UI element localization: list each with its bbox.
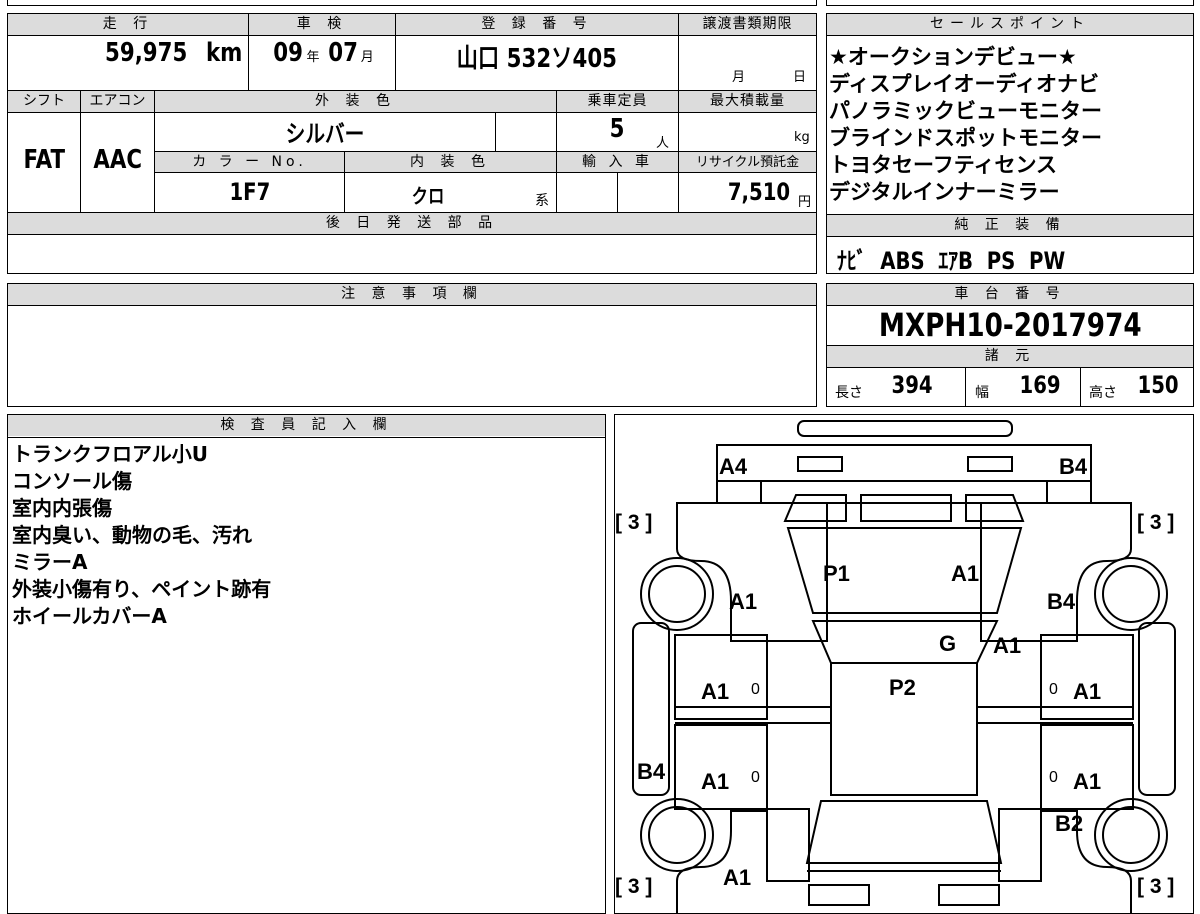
color-no-value: 1F7 xyxy=(229,178,270,206)
mark-b4-right-fender: B4 xyxy=(1047,589,1076,614)
recycle-unit: 円 xyxy=(798,195,812,210)
recycle-value: 7,510 xyxy=(727,178,791,206)
max-load-unit: kg xyxy=(794,130,810,145)
mark-zero-right-rear: 0 xyxy=(1049,769,1058,786)
sales-point-5: トヨタセーフティセンス xyxy=(829,153,1058,177)
mark-p2: P2 xyxy=(889,675,916,700)
registration-value: 山口 532ソ405 xyxy=(456,44,618,74)
width-label: 幅 xyxy=(975,385,989,401)
mark-zero-left-rear: 0 xyxy=(751,769,760,786)
exterior-color-header: 外 装 色 xyxy=(155,91,556,112)
height-label: 高さ xyxy=(1089,385,1117,401)
registration-header: 登 録 番 号 xyxy=(396,14,678,35)
chassis-value: MXPH10-2017974 xyxy=(878,306,1142,344)
car-diagram-box: [ 3 ] [ 3 ] [ 3 ] [ 3 ] A4 B4 P1 A1 A1 B… xyxy=(614,414,1194,914)
chassis-box: 車 台 番 号 MXPH10-2017974 諸 元 長さ 394 幅 169 … xyxy=(826,283,1194,407)
car-outline-diagram xyxy=(632,420,1176,913)
length-label: 長さ xyxy=(835,385,863,401)
inspector-line-5: ミラーA xyxy=(12,550,88,574)
mark-a1-left-fender: A1 xyxy=(729,589,758,614)
mark-a1-right-pillar: A1 xyxy=(993,633,1022,658)
mileage-value: 59,975 km xyxy=(105,38,243,68)
capacity-header: 乗車定員 xyxy=(557,91,678,112)
sales-points-box: セールスポイント ★オークションデビュー★ ディスプレイオーディオナビ パノラミ… xyxy=(826,13,1194,275)
exterior-color-value: シルバー xyxy=(285,120,365,148)
mark-b2-right-rear: B2 xyxy=(1055,811,1084,836)
chassis-header: 車 台 番 号 xyxy=(827,284,1193,305)
transfer-deadline-header: 譲渡書類期限 xyxy=(679,14,816,35)
top-cut-row-right xyxy=(826,0,1194,6)
capacity-value: 5 xyxy=(609,114,625,144)
mark-b4-top: B4 xyxy=(1059,454,1088,479)
interior-color-value: クロ xyxy=(411,184,445,208)
tire-bracket-bottom-right: [ 3 ] xyxy=(1137,875,1175,898)
sales-point-6: デジタルインナーミラー xyxy=(829,180,1060,204)
max-load-header: 最大積載量 xyxy=(679,91,816,112)
shift-value: FAT xyxy=(23,145,65,175)
inspection-value: 09 年 07 月 xyxy=(273,38,374,68)
mark-a1-hood: A1 xyxy=(951,561,980,586)
height-value: 150 xyxy=(1137,371,1179,399)
standard-equipment-header: 純 正 装 備 xyxy=(827,215,1193,236)
later-parts-header: 後 日 発 送 部 品 xyxy=(8,213,816,234)
mark-a1-left-front-door: A1 xyxy=(701,679,730,704)
mark-a4: A4 xyxy=(719,454,748,479)
mark-a1-left-rear-door: A1 xyxy=(701,769,730,794)
length-value: 394 xyxy=(891,371,933,399)
aircon-header: エアコン xyxy=(81,91,154,112)
transfer-day-unit: 日 xyxy=(793,70,807,85)
import-header: 輸 入 車 xyxy=(557,152,678,173)
inspector-header: 検 査 員 記 入 欄 xyxy=(8,415,605,436)
specs-header: 諸 元 xyxy=(827,346,1193,367)
inspector-line-3: 室内内張傷 xyxy=(12,496,112,520)
capacity-unit: 人 xyxy=(656,136,670,151)
inspector-line-7: ホイールカバーA xyxy=(12,604,167,628)
interior-color-suffix: 系 xyxy=(535,193,549,209)
vehicle-info-table: 走 行 車 検 登 録 番 号 譲渡書類期限 59,975 km 09 年 07 月… xyxy=(7,13,817,274)
transfer-month-unit: 月 xyxy=(732,70,746,85)
mark-a1-right-front-door: A1 xyxy=(1073,679,1102,704)
color-no-header: カ ラ ー No. xyxy=(155,152,344,173)
aircon-value: AAC xyxy=(93,145,142,175)
mark-zero-left-front: 0 xyxy=(751,681,760,698)
mark-a1-right-rear-door: A1 xyxy=(1073,769,1102,794)
sales-point-3: パノラミックビューモニター xyxy=(829,99,1102,123)
inspector-line-4: 室内臭い、動物の毛、汚れ xyxy=(12,523,252,547)
tire-bracket-top-right: [ 3 ] xyxy=(1137,511,1175,534)
width-value: 169 xyxy=(1019,371,1061,399)
mark-g: G xyxy=(939,631,957,656)
mark-zero-right-front: 0 xyxy=(1049,681,1058,698)
mileage-header: 走 行 xyxy=(8,14,248,35)
interior-color-header: 内 装 色 xyxy=(345,152,556,173)
tire-bracket-top-left: [ 3 ] xyxy=(615,511,653,534)
notes-box: 注 意 事 項 欄 xyxy=(7,283,817,407)
sales-point-1: ★オークションデビュー★ xyxy=(829,45,1077,69)
sales-points-header: セールスポイント xyxy=(827,14,1193,35)
mark-p1: P1 xyxy=(823,561,850,586)
notes-header: 注 意 事 項 欄 xyxy=(8,284,816,305)
inspector-line-6: 外装小傷有り、ペイント跡有 xyxy=(12,577,272,601)
mark-b4-left-rocker: B4 xyxy=(637,759,666,784)
inspector-line-2: コンソール傷 xyxy=(12,469,132,493)
sales-point-2: ディスプレイオーディオナビ xyxy=(829,72,1100,96)
inspection-header: 車 検 xyxy=(249,14,395,35)
inspector-box: 検 査 員 記 入 欄 トランクフロアル小U コンソール傷 室内内張傷 室内臭い… xyxy=(7,414,606,914)
top-cut-row xyxy=(7,0,817,6)
standard-equipment-value: ﾅﾋﾞ ABS ｴｱB PS PW xyxy=(837,247,1066,275)
shift-header: シフト xyxy=(8,91,80,112)
sales-point-4: ブラインドスポットモニター xyxy=(829,126,1102,150)
recycle-header: リサイクル預託金 xyxy=(679,152,816,173)
tire-bracket-bottom-left: [ 3 ] xyxy=(615,875,653,898)
inspector-line-1: トランクフロアル小U xyxy=(12,442,209,466)
mark-a1-rear: A1 xyxy=(723,865,752,890)
